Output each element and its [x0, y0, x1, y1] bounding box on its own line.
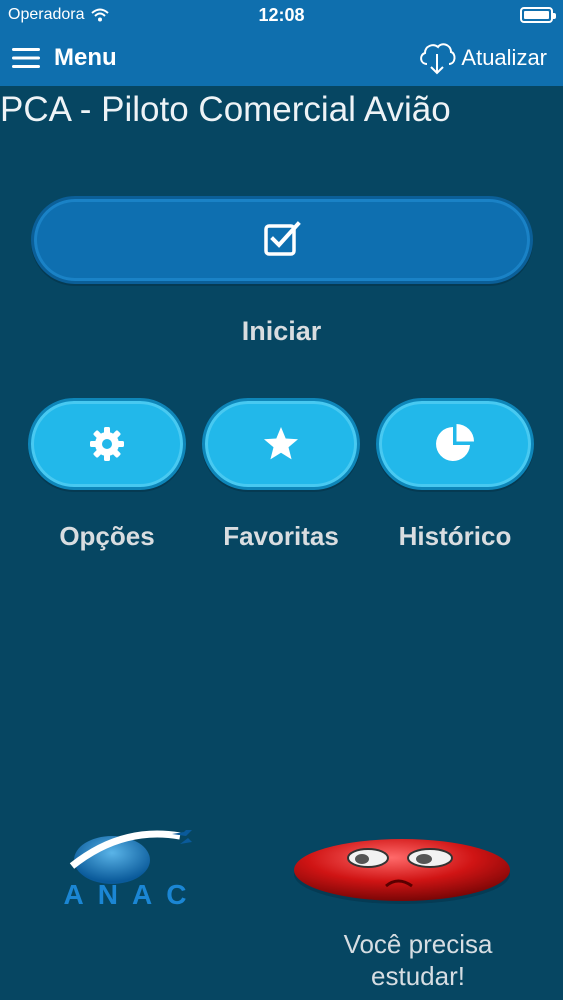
- battery-icon: [520, 7, 556, 23]
- options-label: Opções: [59, 521, 155, 551]
- status-bar: Operadora 12:08: [0, 0, 563, 30]
- refresh-label: Atualizar: [461, 45, 547, 70]
- star-icon: [264, 427, 298, 460]
- options-button[interactable]: [28, 398, 186, 490]
- gear-icon: [90, 427, 124, 461]
- mood-message: Você precisa estudar!: [343, 929, 493, 991]
- refresh-button[interactable]: Atualizar: [417, 38, 547, 78]
- anac-logo: ANAC: [64, 830, 201, 910]
- page-title: PCA - Piloto Comercial Avião: [0, 90, 451, 129]
- start-button[interactable]: [31, 196, 533, 284]
- nav-bar: Menu Atualizar: [0, 30, 563, 86]
- menu-label: Menu: [54, 44, 117, 71]
- history-label: Histórico: [398, 521, 512, 551]
- history-button[interactable]: [376, 398, 534, 490]
- favorites-button[interactable]: [202, 398, 360, 490]
- hamburger-icon: [12, 48, 40, 68]
- cloud-download-icon: [420, 43, 456, 75]
- pie-chart-icon: [436, 424, 474, 461]
- anac-logo-text: ANAC: [64, 879, 201, 910]
- checkbox-icon: [264, 221, 301, 256]
- favorites-label: Favoritas: [223, 521, 339, 551]
- app-screen: Operadora 12:08 Menu Atualizar PCA - Pil…: [0, 0, 563, 1000]
- status-time: 12:08: [258, 5, 305, 25]
- start-label: Iniciar: [241, 316, 322, 346]
- menu-button[interactable]: Menu: [12, 40, 117, 76]
- sad-face-icon: [294, 839, 510, 904]
